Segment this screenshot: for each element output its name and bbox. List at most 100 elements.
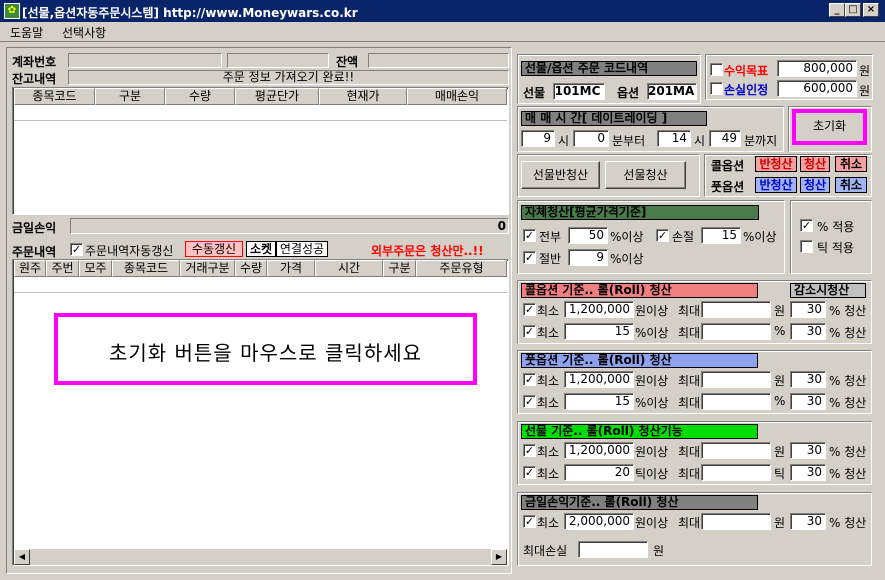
stop-loss-value[interactable]: 15	[701, 227, 741, 244]
orders-column-header[interactable]: 주문유형	[416, 260, 507, 277]
call-roll-row2-min-value[interactable]: 15	[564, 323, 634, 340]
loss-limit-checkbox[interactable]	[710, 82, 723, 95]
orders-column-header[interactable]: 시간	[315, 260, 383, 277]
put-close-button[interactable]: 청산	[800, 177, 830, 193]
reset-button[interactable]: 초기화	[792, 109, 867, 145]
loss-limit-value[interactable]: 600,000	[777, 80, 857, 97]
stop-loss-checkbox[interactable]: ✓	[656, 229, 669, 242]
pct-apply-label: % 적용	[817, 220, 855, 234]
min-unit: 원이상	[635, 304, 669, 318]
tick-apply-checkbox[interactable]	[800, 240, 813, 253]
call-roll-row1-min-value[interactable]: 1,200,000	[564, 301, 634, 318]
put-cancel-button[interactable]: 취소	[835, 177, 867, 193]
max-label: 최대	[678, 326, 701, 340]
pnl-roll-row1-checkbox[interactable]: ✓	[523, 515, 536, 528]
holdings-column-header[interactable]: 구분	[95, 88, 165, 105]
put-roll-row2-max-value[interactable]	[701, 393, 771, 410]
pnl-roll-row1-close-pct[interactable]: 30	[790, 513, 826, 530]
max-loss-value[interactable]	[578, 541, 648, 558]
scroll-right-icon[interactable]: ▶	[491, 549, 507, 565]
horizontal-scrollbar[interactable]	[14, 549, 507, 565]
min-label: 최소	[537, 326, 560, 340]
start-hour[interactable]: 9	[521, 130, 555, 147]
close-button[interactable]: ×	[863, 3, 879, 17]
option-code[interactable]: 201MA	[647, 83, 697, 100]
fut-roll-row1-max-value[interactable]	[701, 442, 771, 459]
put-roll-row1-min-value[interactable]: 1,200,000	[564, 371, 634, 388]
stop-loss-label: 손절	[672, 230, 695, 244]
pnl-roll-row1-max-value[interactable]	[701, 513, 771, 530]
futures-code[interactable]: 101MC	[553, 83, 605, 100]
fut-roll-row2-max-value[interactable]	[701, 464, 771, 481]
tick-apply-label: 틱 적용	[817, 241, 854, 255]
auto-refresh-checkbox[interactable]: ✓	[70, 243, 83, 256]
min-label: 최소	[537, 374, 560, 388]
holdings-column-header[interactable]: 수량	[165, 88, 235, 105]
call-cancel-button[interactable]: 취소	[835, 156, 867, 172]
scroll-left-icon[interactable]: ◀	[14, 549, 30, 565]
max-loss-unit: 원	[653, 544, 665, 558]
pct-apply-checkbox[interactable]: ✓	[800, 219, 813, 232]
fut-roll-row1-checkbox[interactable]: ✓	[523, 444, 536, 457]
orders-column-header[interactable]: 원주	[14, 260, 46, 277]
socket-label: 소켓	[246, 241, 276, 257]
fut-roll-row1-min-value[interactable]: 1,200,000	[564, 442, 634, 459]
orders-column-header[interactable]: 종목코드	[112, 260, 180, 277]
minimize-button[interactable]: _	[829, 3, 845, 17]
fut-roll-row1-close-pct[interactable]: 30	[790, 442, 826, 459]
connection-status: 연결성공	[276, 241, 328, 257]
profit-unit: 원	[859, 64, 871, 78]
futures-half-close-button[interactable]: 선물반청산	[521, 161, 600, 189]
orders-column-header[interactable]: 수량	[235, 260, 267, 277]
put-half-close-button[interactable]: 반청산	[755, 177, 797, 193]
put-roll-row2-close-pct[interactable]: 30	[790, 393, 826, 410]
pnl-roll-row1-min-value[interactable]: 2,000,000	[564, 513, 634, 530]
orders-column-header[interactable]: 모주	[79, 260, 112, 277]
call-roll-row2-checkbox[interactable]: ✓	[523, 325, 536, 338]
half-close-value[interactable]: 9	[568, 249, 608, 266]
holdings-column-header[interactable]: 현재가	[319, 88, 407, 105]
call-roll-row1-max-value[interactable]	[701, 301, 771, 318]
futures-close-button[interactable]: 선물청산	[605, 161, 686, 189]
call-close-button[interactable]: 청산	[800, 156, 830, 172]
fut-roll-row2-checkbox[interactable]: ✓	[523, 466, 536, 479]
put-roll-row1-max-value[interactable]	[701, 371, 771, 388]
profit-target-value[interactable]: 800,000	[777, 60, 857, 77]
orders-column-header[interactable]: 거래구분	[180, 260, 235, 277]
put-roll-row1-checkbox[interactable]: ✓	[523, 373, 536, 386]
menu-options[interactable]: 선택사항	[62, 24, 106, 41]
min-label: 최소	[537, 396, 560, 410]
end-hour[interactable]: 14	[657, 130, 691, 147]
orders-column-header[interactable]: 주번	[46, 260, 79, 277]
close-all-value[interactable]: 50	[568, 227, 608, 244]
today-pnl-value: 0	[70, 218, 509, 234]
fut-roll-title: 선물 기준.. 롤(Roll) 청산기능	[521, 424, 758, 439]
orders-column-header[interactable]: 가격	[267, 260, 315, 277]
start-minute[interactable]: 0	[573, 130, 609, 147]
half-close-checkbox[interactable]: ✓	[523, 251, 536, 264]
put-roll-row2-checkbox[interactable]: ✓	[523, 395, 536, 408]
min-unit: 원이상	[635, 445, 669, 459]
call-roll-row2-close-pct[interactable]: 30	[790, 323, 826, 340]
close-all-checkbox[interactable]: ✓	[523, 229, 536, 242]
fut-roll-row2-close-pct[interactable]: 30	[790, 464, 826, 481]
manual-refresh-button[interactable]: 수동갱신	[185, 241, 243, 257]
holdings-column-header[interactable]: 평균단가	[235, 88, 319, 105]
orders-column-header[interactable]: 구분	[383, 260, 416, 277]
holdings-column-header[interactable]: 종목코드	[14, 88, 95, 105]
table-row	[14, 277, 507, 293]
call-roll-row1-checkbox[interactable]: ✓	[523, 303, 536, 316]
put-roll-row1-close-pct[interactable]: 30	[790, 371, 826, 388]
maximize-button[interactable]: □	[845, 3, 861, 17]
call-roll-row2-max-value[interactable]	[701, 323, 771, 340]
call-half-close-button[interactable]: 반청산	[755, 156, 797, 172]
fut-roll-row2-min-value[interactable]: 20	[564, 464, 634, 481]
put-roll-row2-min-value[interactable]: 15	[564, 393, 634, 410]
orders-label: 주문내역	[12, 245, 57, 259]
min-unit: 원이상	[635, 374, 669, 388]
holdings-column-header[interactable]: 매매손익	[407, 88, 507, 105]
call-roll-row1-close-pct[interactable]: 30	[790, 301, 826, 318]
end-minute[interactable]: 49	[709, 130, 741, 147]
menu-help[interactable]: 도움말	[10, 24, 43, 41]
profit-target-checkbox[interactable]	[710, 63, 723, 76]
